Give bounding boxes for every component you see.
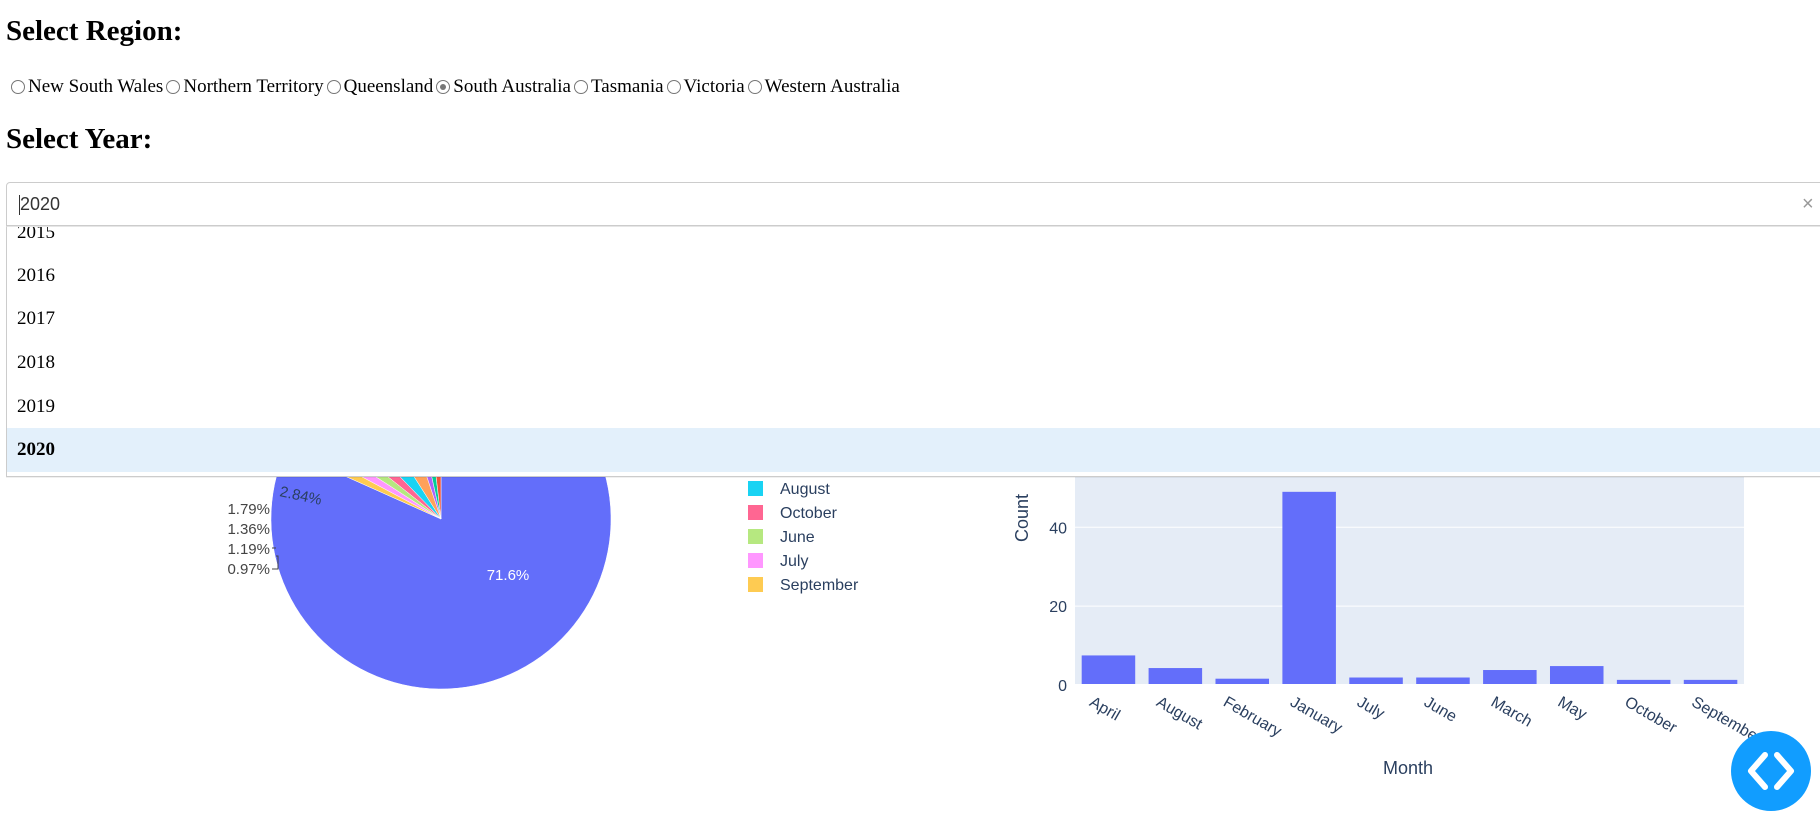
year-option-2015[interactable]: 2015 xyxy=(7,227,1820,255)
bar xyxy=(1349,677,1403,685)
year-option-2016[interactable]: 2016 xyxy=(7,254,1820,298)
legend-swatch xyxy=(748,529,763,544)
x-tick-label: March xyxy=(1488,694,1535,731)
bar xyxy=(1081,655,1136,685)
year-option-2017[interactable]: 2017 xyxy=(7,297,1820,341)
pie-percent-label: 1.36% xyxy=(227,521,270,538)
legend-label: October xyxy=(780,505,838,522)
legend-swatch xyxy=(748,481,763,496)
year-dropdown-menu: 2015 2016 2017 2018 2019 2020 xyxy=(6,226,1820,477)
y-tick-label: 20 xyxy=(1049,599,1067,616)
x-tick-label: April xyxy=(1086,694,1122,725)
legend-swatch xyxy=(748,577,763,592)
y-tick-label: 0 xyxy=(1058,678,1067,695)
x-axis-label: Month xyxy=(1383,758,1433,778)
legend-label: June xyxy=(780,529,815,546)
year-option-2019[interactable]: 2019 xyxy=(7,385,1820,429)
legend-swatch xyxy=(748,553,763,568)
x-tick-label: February xyxy=(1220,694,1284,741)
legend-label: July xyxy=(780,553,808,570)
pie-percent-label: 1.79% xyxy=(227,501,270,518)
bar xyxy=(1416,677,1470,685)
bar xyxy=(1483,670,1537,685)
code-icon xyxy=(1748,752,1794,790)
x-tick-label: January xyxy=(1287,694,1345,737)
legend-swatch xyxy=(748,505,763,520)
legend-label: September xyxy=(780,577,859,594)
bar xyxy=(1549,666,1604,685)
pie-percent-label: 71.6% xyxy=(487,567,530,584)
year-option-2018[interactable]: 2018 xyxy=(7,341,1820,385)
pie-percent-label: 0.97% xyxy=(227,561,270,578)
year-value-text: 2020 xyxy=(20,194,61,214)
x-tick-label: July xyxy=(1354,694,1387,723)
debug-toggle-button[interactable] xyxy=(1731,731,1811,811)
y-axis-label: Count xyxy=(1012,494,1032,542)
pie-percent-label: 1.19% xyxy=(227,541,270,558)
bar xyxy=(1148,668,1203,685)
x-tick-label: May xyxy=(1555,694,1590,724)
clear-icon[interactable]: × xyxy=(1802,193,1814,216)
bar xyxy=(1282,491,1336,685)
year-selected-value[interactable]: 2020 xyxy=(19,194,61,216)
year-dropdown[interactable]: 2020 × xyxy=(6,182,1820,226)
x-tick-label: October xyxy=(1622,694,1680,738)
legend-label: August xyxy=(780,481,830,498)
x-tick-label: June xyxy=(1421,694,1460,726)
x-tick-label: August xyxy=(1153,694,1205,734)
y-tick-label: 40 xyxy=(1049,520,1067,537)
year-option-2020[interactable]: 2020 xyxy=(7,428,1820,472)
